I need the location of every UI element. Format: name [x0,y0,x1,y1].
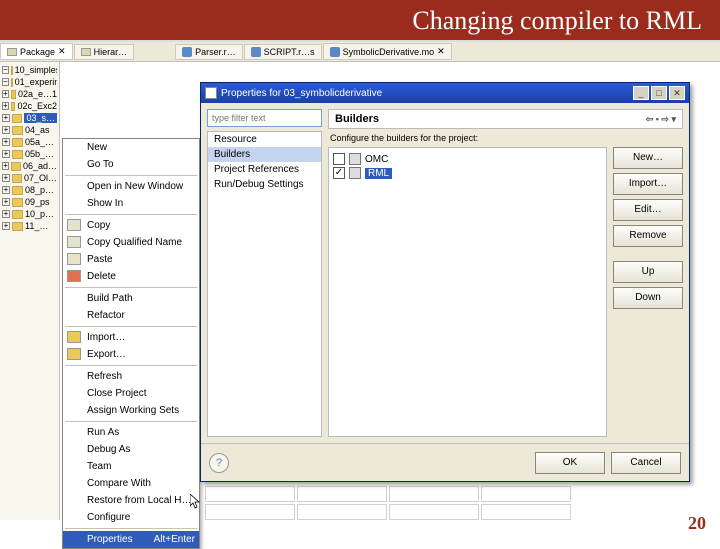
menu-item[interactable]: Go To [63,156,199,173]
cancel-button[interactable]: Cancel [611,452,681,474]
menu-item[interactable]: Refresh [63,368,199,385]
menu-item[interactable]: Run As [63,424,199,441]
package-item[interactable]: −10_simplesm [2,64,57,76]
package-item[interactable]: +02a_e…1 [2,88,57,100]
package-item[interactable]: +09_ps [2,196,57,208]
package-item[interactable]: +11_… [2,220,57,232]
close-button[interactable]: ✕ [669,86,685,100]
slide-page-number: 20 [688,513,706,534]
menu-item[interactable]: Team [63,458,199,475]
package-item[interactable]: −01_experime [2,76,57,88]
ok-button[interactable]: OK [535,452,605,474]
package-item[interactable]: +03_s… [2,112,57,124]
menu-item[interactable]: Configure [63,509,199,526]
category-item[interactable]: Run/Debug Settings [208,177,321,192]
menu-item[interactable]: Open in New Window [63,178,199,195]
package-item[interactable]: +10_p… [2,208,57,220]
background-grid [205,486,675,522]
editor-tab[interactable]: SCRIPT.r…s [244,44,322,60]
mouse-cursor-icon [190,494,202,510]
menu-item[interactable]: New [63,139,199,156]
import-button[interactable]: Import… [613,173,683,195]
close-icon[interactable]: ✕ [58,46,66,57]
builder-row-omc[interactable]: OMC [333,152,602,166]
package-item[interactable]: +02c_Exc2 [2,100,57,112]
package-item[interactable]: +07_Ol… [2,172,57,184]
menu-item[interactable]: Compare With [63,475,199,492]
property-category-list[interactable]: Resource Builders Project References Run… [207,131,322,437]
dialog-titlebar[interactable]: Properties for 03_symbolicderivative _ □… [201,83,689,103]
new-button[interactable]: New… [613,147,683,169]
editor-tab[interactable]: SymbolicDerivative.mo✕ [323,43,452,60]
section-header: Builders ⇦ • ⇨ ▾ [328,109,683,129]
menu-item[interactable]: Debug As [63,441,199,458]
minimize-button[interactable]: _ [633,86,649,100]
menu-item[interactable]: Build Path [63,290,199,307]
view-tab-hierarchy[interactable]: Hierar… [74,44,135,60]
editor-tab-bar: Package✕ Hierar… Parser.r… SCRIPT.r…s Sy… [0,42,720,62]
context-menu: NewGo To Open in New WindowShow In CopyCop… [62,138,200,549]
checkbox[interactable] [333,153,345,165]
gear-icon [349,153,361,165]
menu-item[interactable]: Restore from Local H… [63,492,199,509]
menu-item[interactable]: Assign Working Sets [63,402,199,419]
section-description: Configure the builders for the project: [328,129,683,147]
editor-tab[interactable]: Parser.r… [175,44,243,60]
menu-item[interactable]: Delete [63,268,199,285]
close-icon[interactable]: ✕ [437,46,445,57]
down-button[interactable]: Down [613,287,683,309]
properties-dialog: Properties for 03_symbolicderivative _ □… [200,82,690,482]
category-item[interactable]: Project References [208,162,321,177]
collapse-icon[interactable]: ⇦ • ⇨ ▾ [646,114,676,125]
package-item[interactable]: +05a_… [2,136,57,148]
menu-item[interactable]: Close Project [63,385,199,402]
window-icon [205,87,217,99]
builders-list[interactable]: OMC RML [328,147,607,437]
menu-item[interactable]: Copy [63,217,199,234]
package-item[interactable]: +08_p… [2,184,57,196]
filter-input[interactable] [207,109,322,127]
edit-button[interactable]: Edit… [613,199,683,221]
package-item[interactable]: +06_ad… [2,160,57,172]
menu-item[interactable]: Refactor [63,307,199,324]
package-item[interactable]: +04_as [2,124,57,136]
remove-button[interactable]: Remove [613,225,683,247]
checkbox[interactable] [333,167,345,179]
menu-item[interactable]: Copy Qualified Name [63,234,199,251]
up-button[interactable]: Up [613,261,683,283]
menu-item[interactable]: Paste [63,251,199,268]
view-tab-package[interactable]: Package✕ [0,43,73,60]
menu-item[interactable]: Show In [63,195,199,212]
dialog-title: Properties for 03_symbolicderivative [221,88,382,99]
package-item[interactable]: +05b_… [2,148,57,160]
menu-item[interactable]: Export… [63,346,199,363]
menu-item[interactable]: Import… [63,329,199,346]
category-item[interactable]: Builders [208,147,321,162]
gear-icon [349,167,361,179]
package-explorer[interactable]: −10_simplesm−01_experime+02a_e…1+02c_Exc… [0,62,60,520]
help-button[interactable]: ? [209,453,229,473]
category-item[interactable]: Resource [208,132,321,147]
builder-row-rml[interactable]: RML [333,166,602,180]
slide-title: Changing compiler to RML [0,0,720,42]
maximize-button[interactable]: □ [651,86,667,100]
